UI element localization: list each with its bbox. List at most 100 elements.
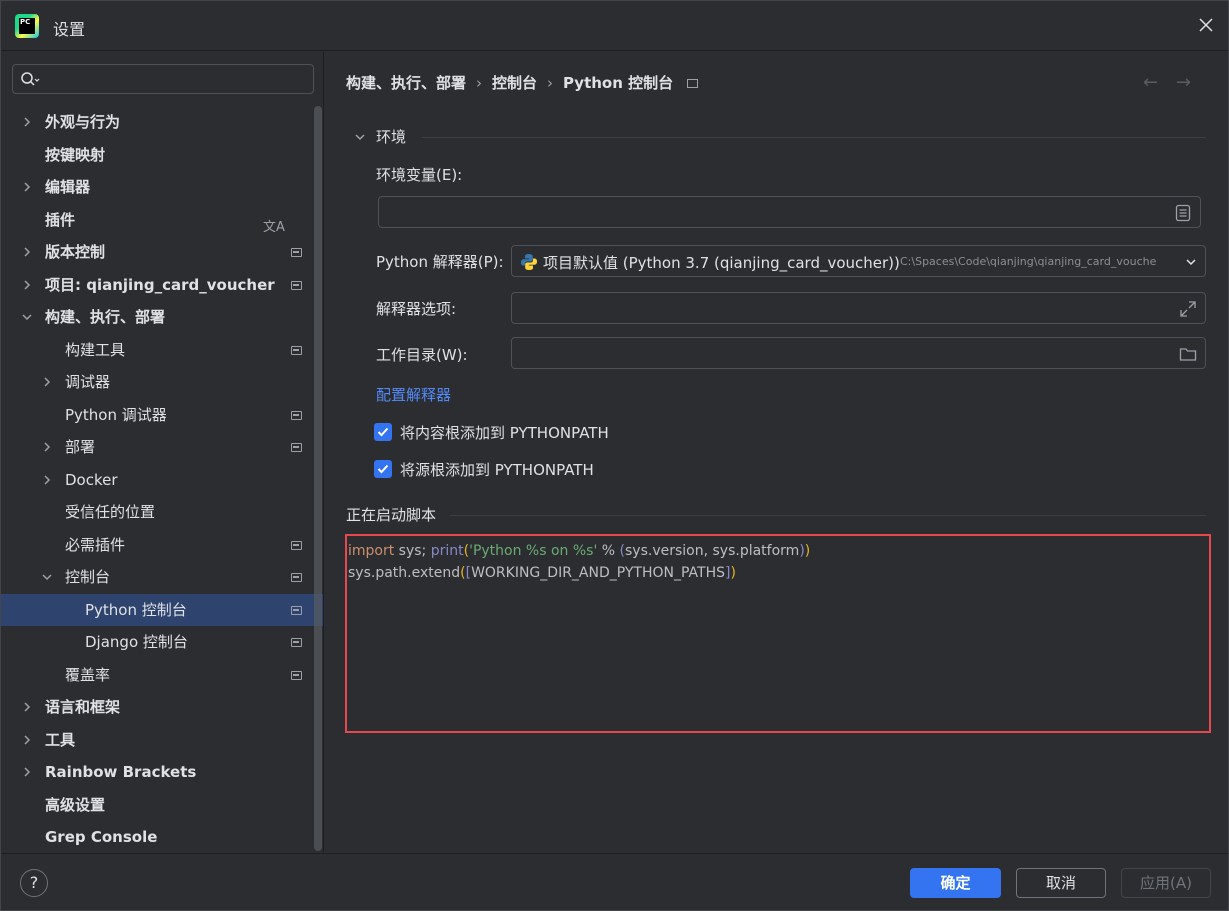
sidebar-item-label: Python 调试器 (65, 405, 167, 424)
sidebar-item[interactable]: Python 调试器 (1, 399, 323, 432)
checkmark-icon (377, 427, 389, 437)
workdir-field[interactable] (511, 337, 1206, 369)
env-vars-field[interactable] (378, 196, 1201, 228)
startup-script-header: 正在启动脚本 (346, 504, 1206, 526)
sidebar-item[interactable]: Python 控制台 (1, 593, 323, 626)
sidebar-item-label: 外观与行为 (45, 113, 121, 131)
breadcrumb-separator: › (547, 74, 554, 92)
sidebar-item-label: 构建工具 (65, 340, 126, 359)
help-button[interactable]: ? (20, 869, 48, 897)
sidebar-item[interactable]: 版本控制 (1, 236, 323, 269)
breadcrumb-item[interactable]: 构建、执行、部署 (346, 72, 466, 93)
sidebar-item[interactable]: 构建、执行、部署 (1, 301, 323, 334)
sidebar-item[interactable]: 语言和框架 (1, 691, 323, 724)
env-vars-label: 环境变量(E): (376, 166, 463, 184)
sidebar-item-label: Rainbow Brackets (45, 763, 197, 781)
breadcrumb-item[interactable]: 控制台 (492, 72, 537, 93)
chevron-right-icon[interactable] (21, 701, 33, 713)
sidebar-item[interactable]: 外观与行为 (1, 106, 323, 139)
browse-list-icon[interactable] (1174, 204, 1192, 222)
sidebar-item[interactable]: 受信任的位置 (1, 496, 323, 529)
sidebar-item[interactable]: 高级设置 (1, 789, 323, 822)
sidebar-item[interactable]: 控制台 (1, 561, 323, 594)
startup-script-editor[interactable]: import sys; print('Python %s on %s' % (s… (345, 534, 1211, 733)
project-scope-icon (291, 540, 302, 550)
sidebar-item-label: 语言和框架 (45, 698, 121, 716)
project-scope-icon (291, 345, 302, 355)
sidebar-item[interactable]: Rainbow Brackets (1, 756, 323, 789)
sidebar-item[interactable]: 插件 文A (1, 204, 323, 237)
sidebar-item-label: 调试器 (65, 373, 111, 391)
sidebar-item-label: 高级设置 (45, 795, 106, 814)
expand-icon[interactable] (1179, 300, 1197, 318)
environment-section-header[interactable]: 环境 (354, 126, 1206, 148)
chevron-right-icon[interactable] (41, 441, 53, 453)
nav-forward-button[interactable]: → (1176, 72, 1191, 93)
project-scope-icon (291, 443, 302, 452)
chevron-down-icon[interactable] (41, 571, 53, 583)
env-vars-input[interactable] (387, 203, 1164, 223)
interpreter-path: C:\Spaces\Code\qianjing\qianjing_card_vo… (900, 255, 1157, 268)
project-scope-icon (291, 248, 302, 257)
chevron-down-icon (355, 134, 365, 141)
sidebar-item[interactable]: 编辑器 (1, 171, 323, 204)
chevron-right-icon[interactable] (21, 279, 33, 291)
chevron-right-icon[interactable] (21, 246, 33, 258)
search-field[interactable] (12, 64, 314, 94)
breadcrumb-separator: › (476, 74, 483, 92)
chevron-right-icon[interactable] (21, 734, 33, 746)
sidebar-item-label: Docker (65, 470, 118, 489)
environment-section-title: 环境 (376, 128, 407, 146)
chevron-right-icon[interactable] (21, 181, 33, 193)
chevron-right-icon[interactable] (41, 376, 53, 388)
breadcrumb-item-current: Python 控制台 (563, 74, 674, 92)
search-icon (21, 72, 40, 86)
code-line-2: sys.path.extend([WORKING_DIR_AND_PYTHON_… (348, 565, 736, 581)
sidebar-item[interactable]: 构建工具 (1, 334, 323, 367)
interpreter-select[interactable]: 项目默认值 (Python 3.7 (qianjing_card_voucher… (511, 245, 1206, 277)
sidebar-item-label: 版本控制 (45, 243, 106, 261)
cancel-button[interactable]: 取消 (1016, 868, 1106, 898)
source-roots-label: 将源根添加到 PYTHONPATH (400, 461, 594, 479)
chevron-down-icon (1186, 259, 1196, 266)
interpreter-options-input[interactable] (520, 299, 1169, 319)
sidebar-item[interactable]: 覆盖率 (1, 659, 323, 692)
source-roots-checkbox[interactable] (374, 460, 392, 478)
checkmark-icon (377, 464, 389, 474)
sidebar-item[interactable]: 部署 (1, 431, 323, 464)
sidebar-item-label: Grep Console (45, 828, 158, 846)
sidebar-item[interactable]: 项目: qianjing_card_voucher (1, 269, 323, 302)
code-line-1: import sys; print('Python %s on %s' % (s… (348, 543, 811, 559)
project-scope-icon (291, 638, 302, 647)
sidebar-item-label: 控制台 (65, 568, 111, 586)
sidebar-item[interactable]: 必需插件 (1, 529, 323, 562)
chevron-right-icon[interactable] (21, 766, 33, 778)
sidebar-item-label: 构建、执行、部署 (45, 308, 166, 326)
sidebar-item-label: 必需插件 (65, 535, 126, 554)
workdir-input[interactable] (520, 344, 1169, 364)
sidebar-item[interactable]: Django 控制台 (1, 626, 323, 659)
content-roots-label: 将内容根添加到 PYTHONPATH (400, 424, 609, 442)
sidebar-item[interactable]: 调试器 (1, 366, 323, 399)
chevron-down-icon[interactable] (21, 311, 33, 323)
project-scope-icon (687, 79, 699, 88)
search-input[interactable] (53, 69, 303, 89)
sidebar-scrollbar[interactable] (314, 106, 322, 851)
sidebar-item[interactable]: Docker (1, 464, 323, 497)
chevron-right-icon[interactable] (41, 474, 53, 486)
chevron-right-icon[interactable] (21, 116, 33, 128)
content-roots-checkbox[interactable] (374, 423, 392, 441)
sidebar-item-label: Django 控制台 (85, 633, 188, 651)
sidebar-item[interactable]: Grep Console (1, 821, 323, 854)
ok-button[interactable]: 确定 (910, 868, 1001, 898)
interpreter-options-field[interactable] (511, 292, 1206, 324)
interpreter-value: 项目默认值 (Python 3.7 (qianjing_card_voucher… (543, 254, 900, 272)
sidebar-item[interactable]: 按键映射 (1, 139, 323, 172)
nav-back-button[interactable]: ← (1143, 72, 1158, 93)
folder-icon[interactable] (1179, 345, 1197, 363)
sidebar-item[interactable]: 工具 (1, 724, 323, 757)
apply-button[interactable]: 应用(A) (1121, 868, 1211, 898)
configure-interpreter-link[interactable]: 配置解释器 (376, 384, 451, 405)
settings-tree: 外观与行为按键映射 编辑器 插件 文A 版本控制项目: qianjing_card_vo… (1, 106, 323, 854)
close-button[interactable] (1196, 15, 1216, 35)
